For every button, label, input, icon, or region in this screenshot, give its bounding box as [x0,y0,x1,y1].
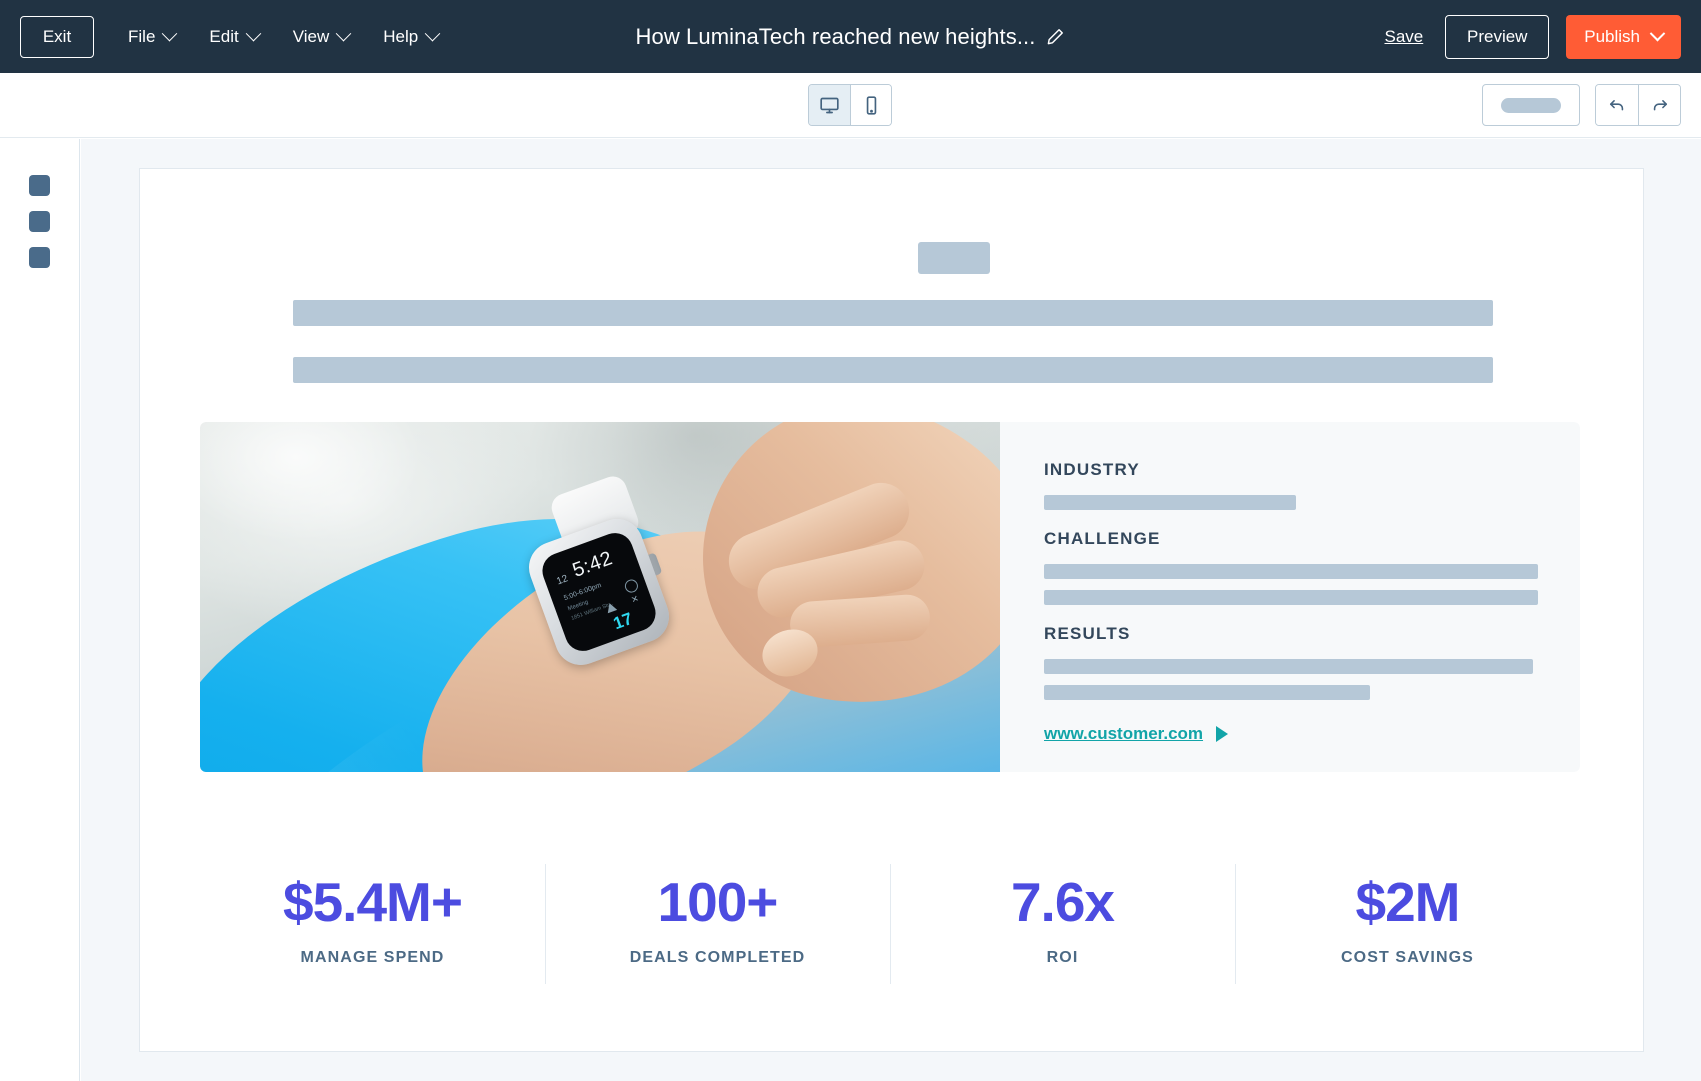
stat-manage-spend[interactable]: $5.4M+ MANAGE SPEND [200,864,545,985]
undo-button[interactable] [1596,85,1638,125]
challenge-group: CHALLENGE [1044,529,1538,605]
watch-time: 5:42 [570,547,616,583]
exit-button-label: Exit [43,27,71,47]
results-placeholder-bar-2[interactable] [1044,685,1370,700]
stat-label: ROI [890,949,1235,967]
watch-clock-icon [623,578,640,595]
menu-help-label: Help [383,27,418,47]
challenge-placeholder-bar-1[interactable] [1044,564,1538,579]
industry-group: INDUSTRY [1044,460,1538,510]
panel-block-icon-2[interactable] [29,211,50,232]
mobile-phone-icon [861,95,882,116]
placeholder-pill [1501,98,1561,113]
subheadline-placeholder-bar[interactable] [293,357,1493,383]
industry-label: INDUSTRY [1044,460,1538,480]
stats-row: $5.4M+ MANAGE SPEND 100+ DEALS COMPLETED… [200,864,1580,985]
menu-view-label: View [293,27,330,47]
challenge-label: CHALLENGE [1044,529,1538,549]
menu-bar: File Edit View Help [128,27,472,47]
toolbar-placeholder-button[interactable] [1482,84,1580,126]
watch-close-icon: ✕ [630,593,641,606]
headline-placeholder-bar[interactable] [293,300,1493,326]
watch-event-time: 5:00-6:00pm [563,582,602,602]
stat-value: 100+ [545,872,890,933]
page-title: How LuminaTech reached new heights... [636,24,1036,50]
preview-button-label: Preview [1467,27,1527,47]
play-triangle-icon [1216,726,1228,742]
redo-button[interactable] [1638,85,1680,125]
logo-placeholder[interactable] [918,242,990,274]
top-navigation-bar: Exit File Edit View Help How LuminaTech … [0,0,1701,73]
stat-value: $2M [1235,872,1580,933]
menu-file[interactable]: File [128,27,175,47]
stat-label: MANAGE SPEND [200,949,545,967]
desktop-monitor-icon [819,95,840,116]
left-sidebar [0,139,80,1081]
chevron-down-icon [1650,26,1666,42]
stat-label: DEALS COMPLETED [545,949,890,967]
desktop-view-button[interactable] [809,85,850,125]
undo-arrow-icon [1607,95,1627,115]
customer-website-link-text: www.customer.com [1044,724,1203,744]
toolbar-right-actions [1482,84,1681,126]
menu-help[interactable]: Help [383,27,438,47]
results-group: RESULTS [1044,624,1538,700]
page-content-card: 12 5:42 5:00-6:00pm Meeting 1851 William… [139,168,1644,1052]
pencil-icon[interactable] [1046,27,1065,46]
results-label: RESULTS [1044,624,1538,644]
redo-arrow-icon [1650,95,1670,115]
menu-file-label: File [128,27,155,47]
stat-cost-savings[interactable]: $2M COST SAVINGS [1235,864,1580,985]
stat-roi[interactable]: 7.6x ROI [890,864,1235,985]
chevron-down-icon [425,26,441,42]
panel-block-icon-3[interactable] [29,247,50,268]
challenge-placeholder-bar-2[interactable] [1044,590,1538,605]
smartwatch-screen: 12 5:42 5:00-6:00pm Meeting 1851 William… [537,528,660,656]
panel-block-icon-1[interactable] [29,175,50,196]
stat-value: 7.6x [890,872,1235,933]
stat-label: COST SAVINGS [1235,949,1580,967]
preview-button[interactable]: Preview [1445,15,1549,59]
top-actions: Save Preview Publish [1384,15,1681,59]
chevron-down-icon [245,26,261,42]
device-preview-toggle [808,84,892,126]
watch-triangle-icon [605,601,617,613]
stat-value: $5.4M+ [200,872,545,933]
save-button[interactable]: Save [1384,27,1423,47]
publish-button-label: Publish [1584,27,1640,47]
hero-section: 12 5:42 5:00-6:00pm Meeting 1851 William… [200,422,1580,772]
watch-date: 12 [555,573,569,587]
menu-view[interactable]: View [293,27,350,47]
publish-button[interactable]: Publish [1566,15,1681,59]
menu-edit[interactable]: Edit [209,27,258,47]
editor-canvas[interactable]: 12 5:42 5:00-6:00pm Meeting 1851 William… [81,139,1701,1081]
stat-deals-completed[interactable]: 100+ DEALS COMPLETED [545,864,890,985]
menu-edit-label: Edit [209,27,238,47]
industry-placeholder-bar[interactable] [1044,495,1296,510]
hand-adjusting-smartwatch-photo[interactable]: 12 5:42 5:00-6:00pm Meeting 1851 William… [200,422,1000,772]
editor-toolbar [0,73,1701,138]
chevron-down-icon [336,26,352,42]
chevron-down-icon [162,26,178,42]
customer-website-link[interactable]: www.customer.com [1044,724,1228,744]
mobile-view-button[interactable] [850,85,891,125]
case-study-info-panel: INDUSTRY CHALLENGE RESULTS www.customer.… [1000,422,1580,772]
watch-highlight-number: 17 [611,609,636,634]
results-placeholder-bar-1[interactable] [1044,659,1533,674]
exit-button[interactable]: Exit [20,16,94,58]
undo-redo-group [1595,84,1681,126]
